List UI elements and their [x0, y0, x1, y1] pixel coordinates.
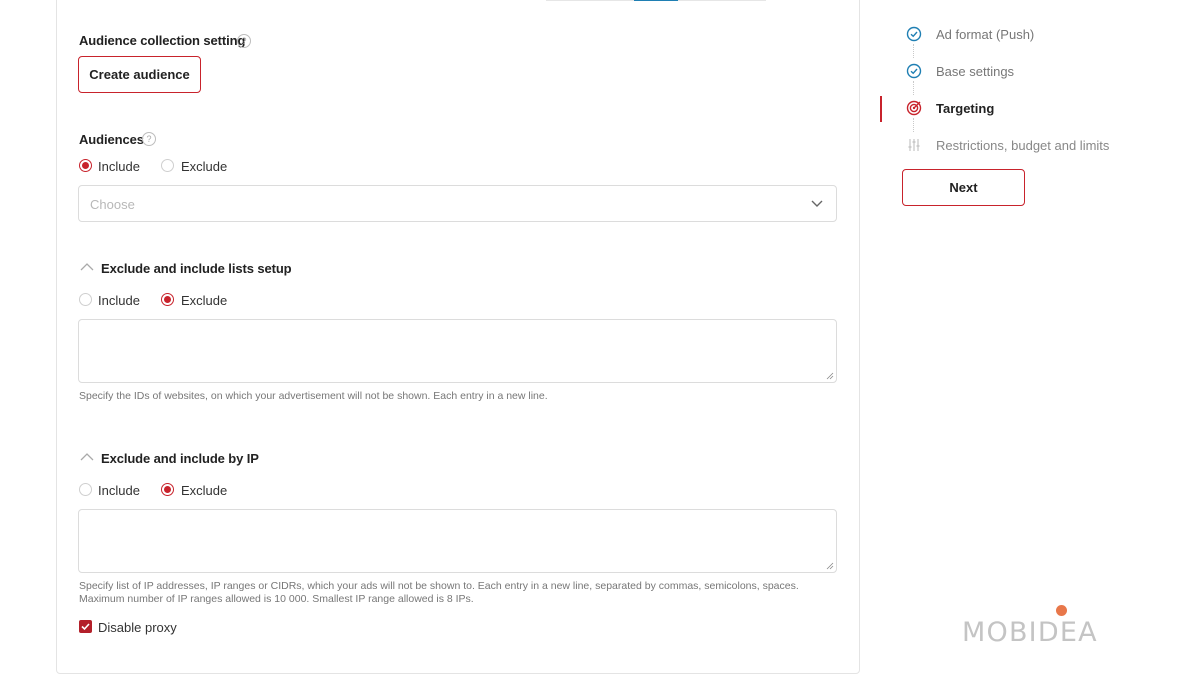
chevron-up-icon[interactable] — [80, 262, 94, 272]
disable-proxy-checkbox[interactable] — [79, 620, 92, 633]
chevron-down-icon — [811, 200, 823, 207]
next-button[interactable]: Next — [902, 169, 1025, 206]
lists-exclude-radio[interactable] — [161, 293, 174, 306]
audiences-exclude-radio[interactable] — [161, 159, 174, 172]
step-connector — [913, 44, 914, 58]
ip-list-hint-line2: Maximum number of IP ranges allowed is 1… — [79, 593, 474, 605]
resize-grip-icon[interactable] — [826, 562, 834, 570]
audiences-include-radio[interactable] — [79, 159, 92, 172]
ip-exclude-radio[interactable] — [161, 483, 174, 496]
website-ids-hint: Specify the IDs of websites, on which yo… — [79, 390, 548, 402]
top-tab-indicator — [546, 0, 766, 1]
step-targeting[interactable]: Targeting — [906, 100, 1166, 120]
audience-collection-title: Audience collection setting — [79, 33, 246, 48]
question-circle-icon[interactable]: ? — [237, 34, 251, 48]
ip-list-textarea[interactable] — [78, 509, 837, 573]
question-circle-icon[interactable]: ? — [142, 132, 156, 146]
ip-exclude-label[interactable]: Exclude — [181, 483, 227, 498]
active-step-indicator — [880, 96, 882, 122]
check-circle-icon — [906, 26, 922, 42]
audiences-include-label[interactable]: Include — [98, 159, 140, 174]
step-label: Base settings — [936, 64, 1015, 79]
step-restrictions[interactable]: Restrictions, budget and limits — [906, 137, 1166, 157]
step-ad-format[interactable]: Ad format (Push) — [906, 26, 1166, 46]
target-icon — [906, 100, 922, 116]
audiences-exclude-label[interactable]: Exclude — [181, 159, 227, 174]
step-base-settings[interactable]: Base settings — [906, 63, 1166, 83]
logo-dot — [1056, 605, 1067, 616]
website-ids-textarea[interactable] — [78, 319, 837, 383]
mobidea-logo: MOBIDEA — [962, 604, 1158, 648]
step-connector — [913, 118, 914, 132]
lists-setup-title[interactable]: Exclude and include lists setup — [101, 261, 292, 276]
create-audience-button[interactable]: Create audience — [78, 56, 201, 93]
lists-include-label[interactable]: Include — [98, 293, 140, 308]
resize-grip-icon[interactable] — [826, 372, 834, 380]
check-circle-icon — [906, 63, 922, 79]
logo-text: MOBIDEA — [962, 617, 1098, 648]
step-connector — [913, 81, 914, 95]
chevron-up-icon[interactable] — [80, 452, 94, 462]
disable-proxy-label[interactable]: Disable proxy — [98, 620, 177, 635]
step-label: Ad format (Push) — [936, 27, 1035, 42]
ip-include-label[interactable]: Include — [98, 483, 140, 498]
ip-include-radio[interactable] — [79, 483, 92, 496]
ip-setup-title[interactable]: Exclude and include by IP — [101, 451, 259, 466]
lists-exclude-label[interactable]: Exclude — [181, 293, 227, 308]
active-tab-underline — [634, 0, 678, 1]
step-label: Targeting — [936, 101, 995, 116]
audiences-title: Audiences — [79, 132, 144, 147]
lists-include-radio[interactable] — [79, 293, 92, 306]
sliders-icon — [908, 139, 920, 151]
audiences-select[interactable]: Choose — [78, 185, 837, 222]
audiences-select-placeholder: Choose — [90, 197, 135, 212]
step-label: Restrictions, budget and limits — [936, 138, 1110, 153]
checkmark-icon — [81, 623, 90, 631]
ip-list-hint-line1: Specify list of IP addresses, IP ranges … — [79, 580, 799, 592]
